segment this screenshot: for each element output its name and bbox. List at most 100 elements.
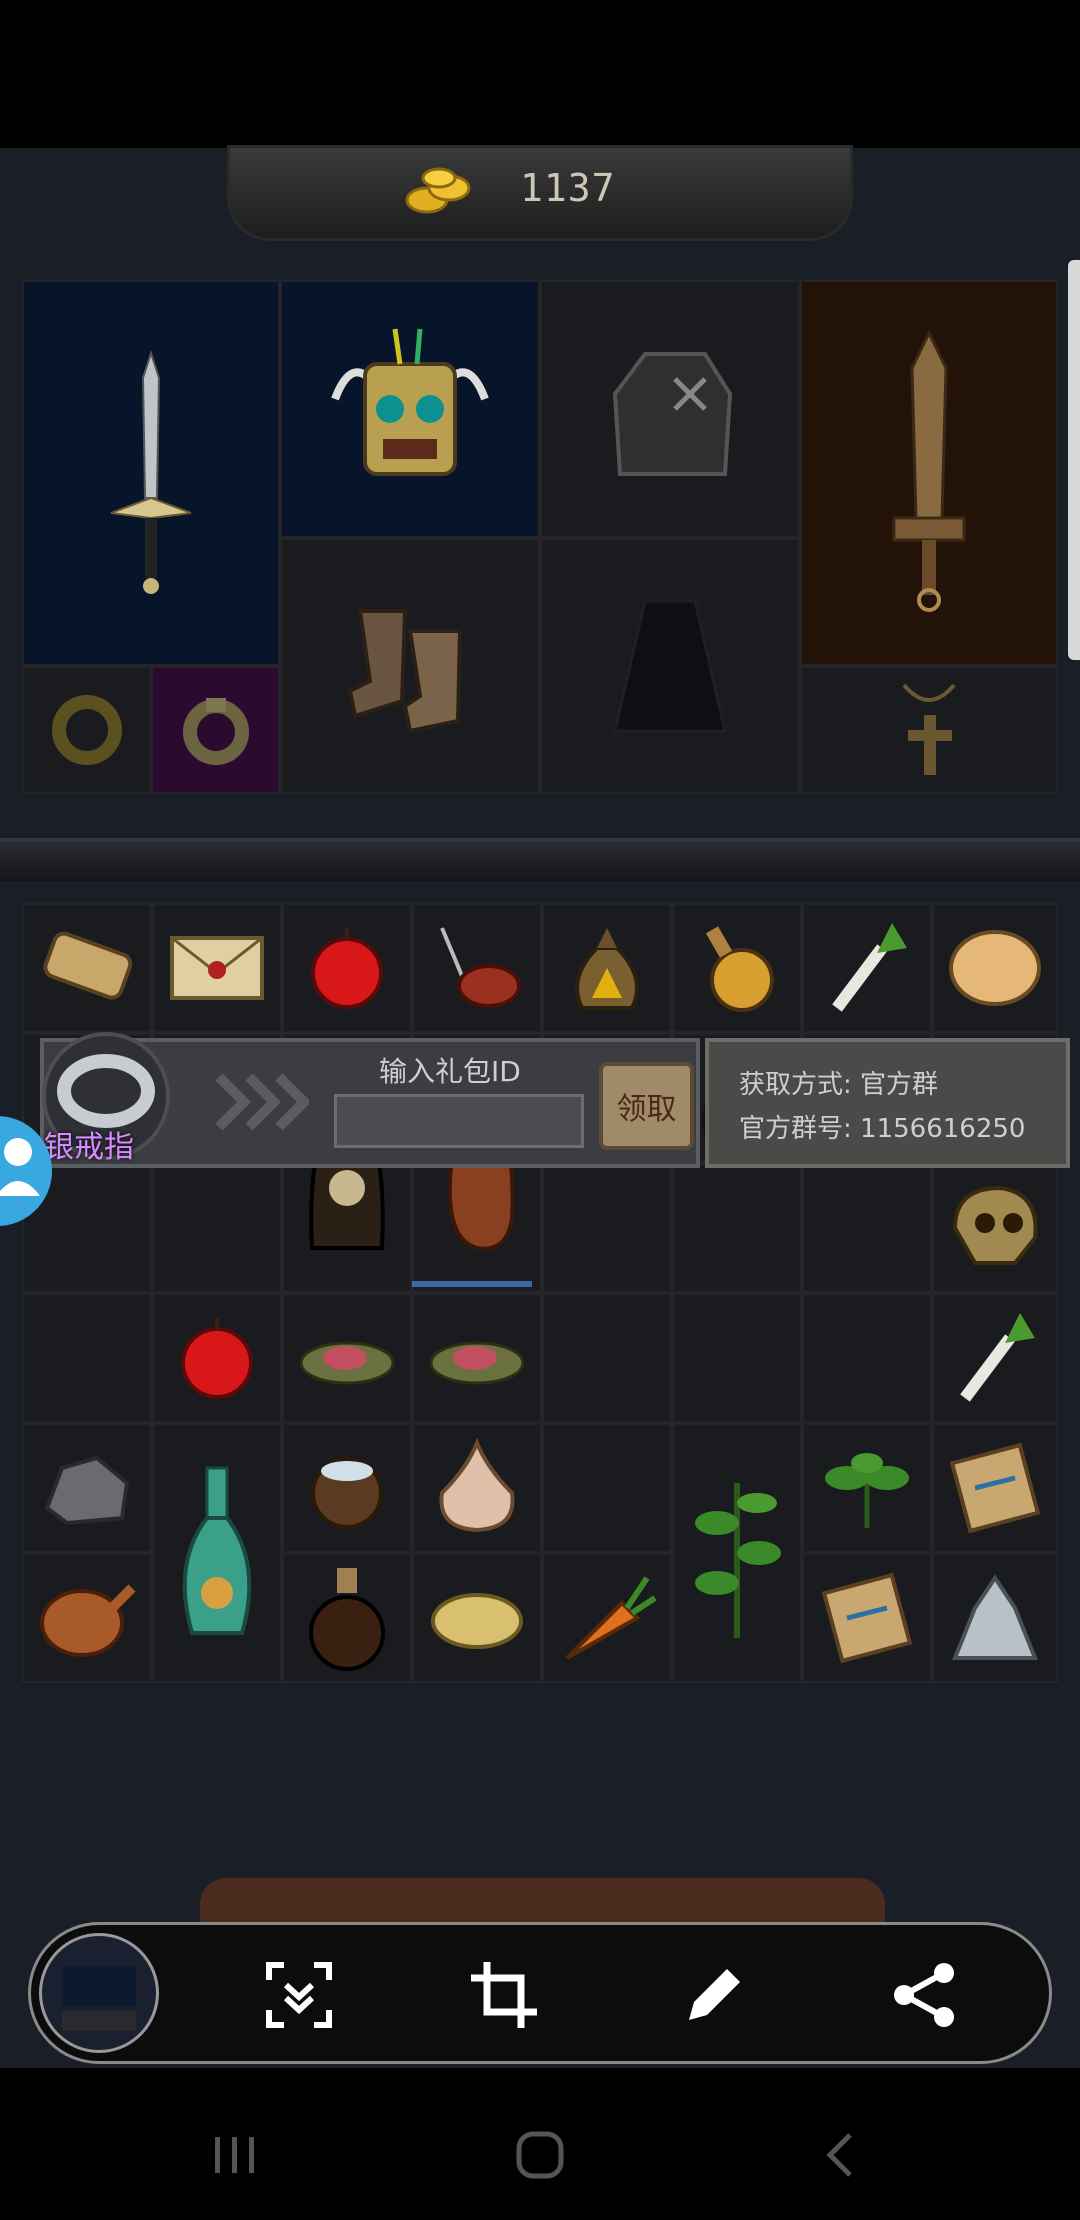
screenshot-thumbnail[interactable] [39, 1933, 159, 2053]
inventory-slot[interactable] [542, 1293, 672, 1423]
chicken-icon [40, 1584, 136, 1657]
wooden-sword-icon [892, 329, 966, 612]
edge-panel-handle[interactable] [1068, 260, 1080, 660]
inventory-slot[interactable] [542, 1423, 672, 1553]
gift-code-panel: 银戒指 输入礼包ID 领取 [40, 1032, 700, 1168]
inventory-slot[interactable] [282, 1423, 412, 1553]
rock-icon [44, 1455, 130, 1526]
inventory-slot[interactable] [932, 903, 1058, 1033]
inventory-slot[interactable] [412, 1553, 542, 1683]
gift-info-panel: 获取方式: 官方群 官方群号: 1156616250 [705, 1038, 1070, 1168]
sponge-icon [431, 1593, 523, 1649]
oil-bottle-icon [309, 1568, 385, 1671]
ring-icon [182, 698, 249, 765]
share-icon [894, 1963, 954, 2027]
leek-icon [832, 923, 907, 1012]
boots-slot[interactable] [280, 538, 540, 794]
meat-dish-icon [299, 1341, 395, 1385]
amulet-slot[interactable] [800, 666, 1058, 794]
inventory-slot[interactable] [932, 1293, 1058, 1423]
screenshot-toolbar [28, 1922, 1052, 2064]
info-group-number: 官方群号: 1156616250 [739, 1114, 1026, 1144]
sword-icon [110, 349, 192, 594]
leek-icon [960, 1313, 1035, 1402]
inventory-slot[interactable] [672, 903, 802, 1033]
recent-apps-button[interactable] [195, 2120, 275, 2190]
inventory-grid [22, 903, 1058, 1683]
gold-amount: 1137 [520, 166, 616, 210]
inventory-slot[interactable] [412, 1293, 542, 1423]
inventory-slot[interactable] [802, 1553, 932, 1683]
inventory-slot[interactable] [412, 903, 542, 1033]
coconut-icon [311, 1457, 383, 1529]
weapon-slot[interactable] [22, 280, 280, 666]
inventory-slot[interactable] [412, 1423, 542, 1553]
share-button[interactable] [886, 1957, 962, 2033]
ring-slot-1[interactable] [22, 666, 151, 794]
inventory-slot[interactable] [152, 903, 282, 1033]
inventory-slot[interactable] [22, 1423, 152, 1553]
thumbnail-preview-icon [62, 1966, 136, 2031]
inventory-slot[interactable] [802, 1293, 932, 1423]
panel-divider [0, 838, 1080, 881]
scroll-icon [43, 931, 133, 1000]
home-button[interactable] [500, 2120, 580, 2190]
info-method: 获取方式: 官方群 [739, 1070, 939, 1100]
inventory-slot[interactable] [22, 1293, 152, 1423]
scroll-capture-button[interactable] [261, 1957, 337, 2033]
inventory-slot[interactable] [932, 1423, 1058, 1553]
cape-icon [613, 599, 727, 733]
inventory-slot[interactable] [542, 1553, 672, 1683]
carrot-icon [565, 1576, 657, 1660]
inventory-slot[interactable] [802, 903, 932, 1033]
claim-button[interactable]: 领取 [599, 1062, 694, 1150]
draw-button[interactable] [676, 1957, 752, 2033]
inventory-slot[interactable] [22, 903, 152, 1033]
inventory-slot[interactable] [152, 1293, 282, 1423]
durability-bar [412, 1281, 532, 1287]
garlic-icon [439, 1438, 515, 1533]
meat-dish-icon [429, 1341, 525, 1385]
inventory-slot[interactable] [542, 903, 672, 1033]
boots-icon [347, 609, 463, 734]
amulet-icon [902, 683, 956, 775]
inventory-slot[interactable] [672, 1423, 802, 1683]
inventory-slot[interactable] [932, 1553, 1058, 1683]
gold-coins-icon [405, 167, 471, 214]
sack-icon [575, 928, 639, 1010]
cape-slot[interactable] [540, 538, 800, 794]
inventory-slot[interactable] [282, 1553, 412, 1683]
inventory-slot[interactable] [932, 1163, 1058, 1293]
inventory-slot[interactable] [152, 1423, 282, 1683]
rock-helmet-icon [612, 352, 733, 476]
inventory-slot[interactable] [282, 1293, 412, 1423]
herb-bush-icon [695, 1483, 781, 1638]
inventory-slot[interactable] [802, 1163, 932, 1293]
scroll-map-icon [821, 1572, 913, 1664]
system-navbar [0, 2090, 1080, 2220]
vase-icon [182, 1466, 252, 1635]
apple-icon [311, 928, 383, 1009]
floating-avatar-button[interactable] [0, 1116, 52, 1226]
inventory-slot[interactable] [802, 1423, 932, 1553]
inventory-slot[interactable] [672, 1293, 802, 1423]
pen-icon [689, 1969, 740, 2020]
armor-slot[interactable] [540, 280, 800, 538]
inventory-slot[interactable] [22, 1553, 152, 1683]
inventory-slot[interactable] [542, 1163, 672, 1293]
gift-id-input[interactable] [334, 1094, 584, 1148]
inventory-slot[interactable] [282, 903, 412, 1033]
inventory-slot[interactable] [672, 1163, 802, 1293]
home-icon [516, 2131, 564, 2179]
crystal-icon [952, 1574, 1038, 1660]
ring-icon [51, 695, 122, 765]
offhand-slot[interactable] [800, 280, 1058, 666]
back-button[interactable] [800, 2120, 880, 2190]
head-slot[interactable] [280, 280, 540, 538]
crop-button[interactable] [466, 1957, 542, 2033]
back-icon [826, 2133, 852, 2177]
ring-slot-2[interactable] [151, 666, 280, 794]
tribal-mask-icon [331, 328, 489, 476]
inventory-slot[interactable] [152, 1163, 282, 1293]
arrow-chevrons-icon [215, 1073, 309, 1131]
